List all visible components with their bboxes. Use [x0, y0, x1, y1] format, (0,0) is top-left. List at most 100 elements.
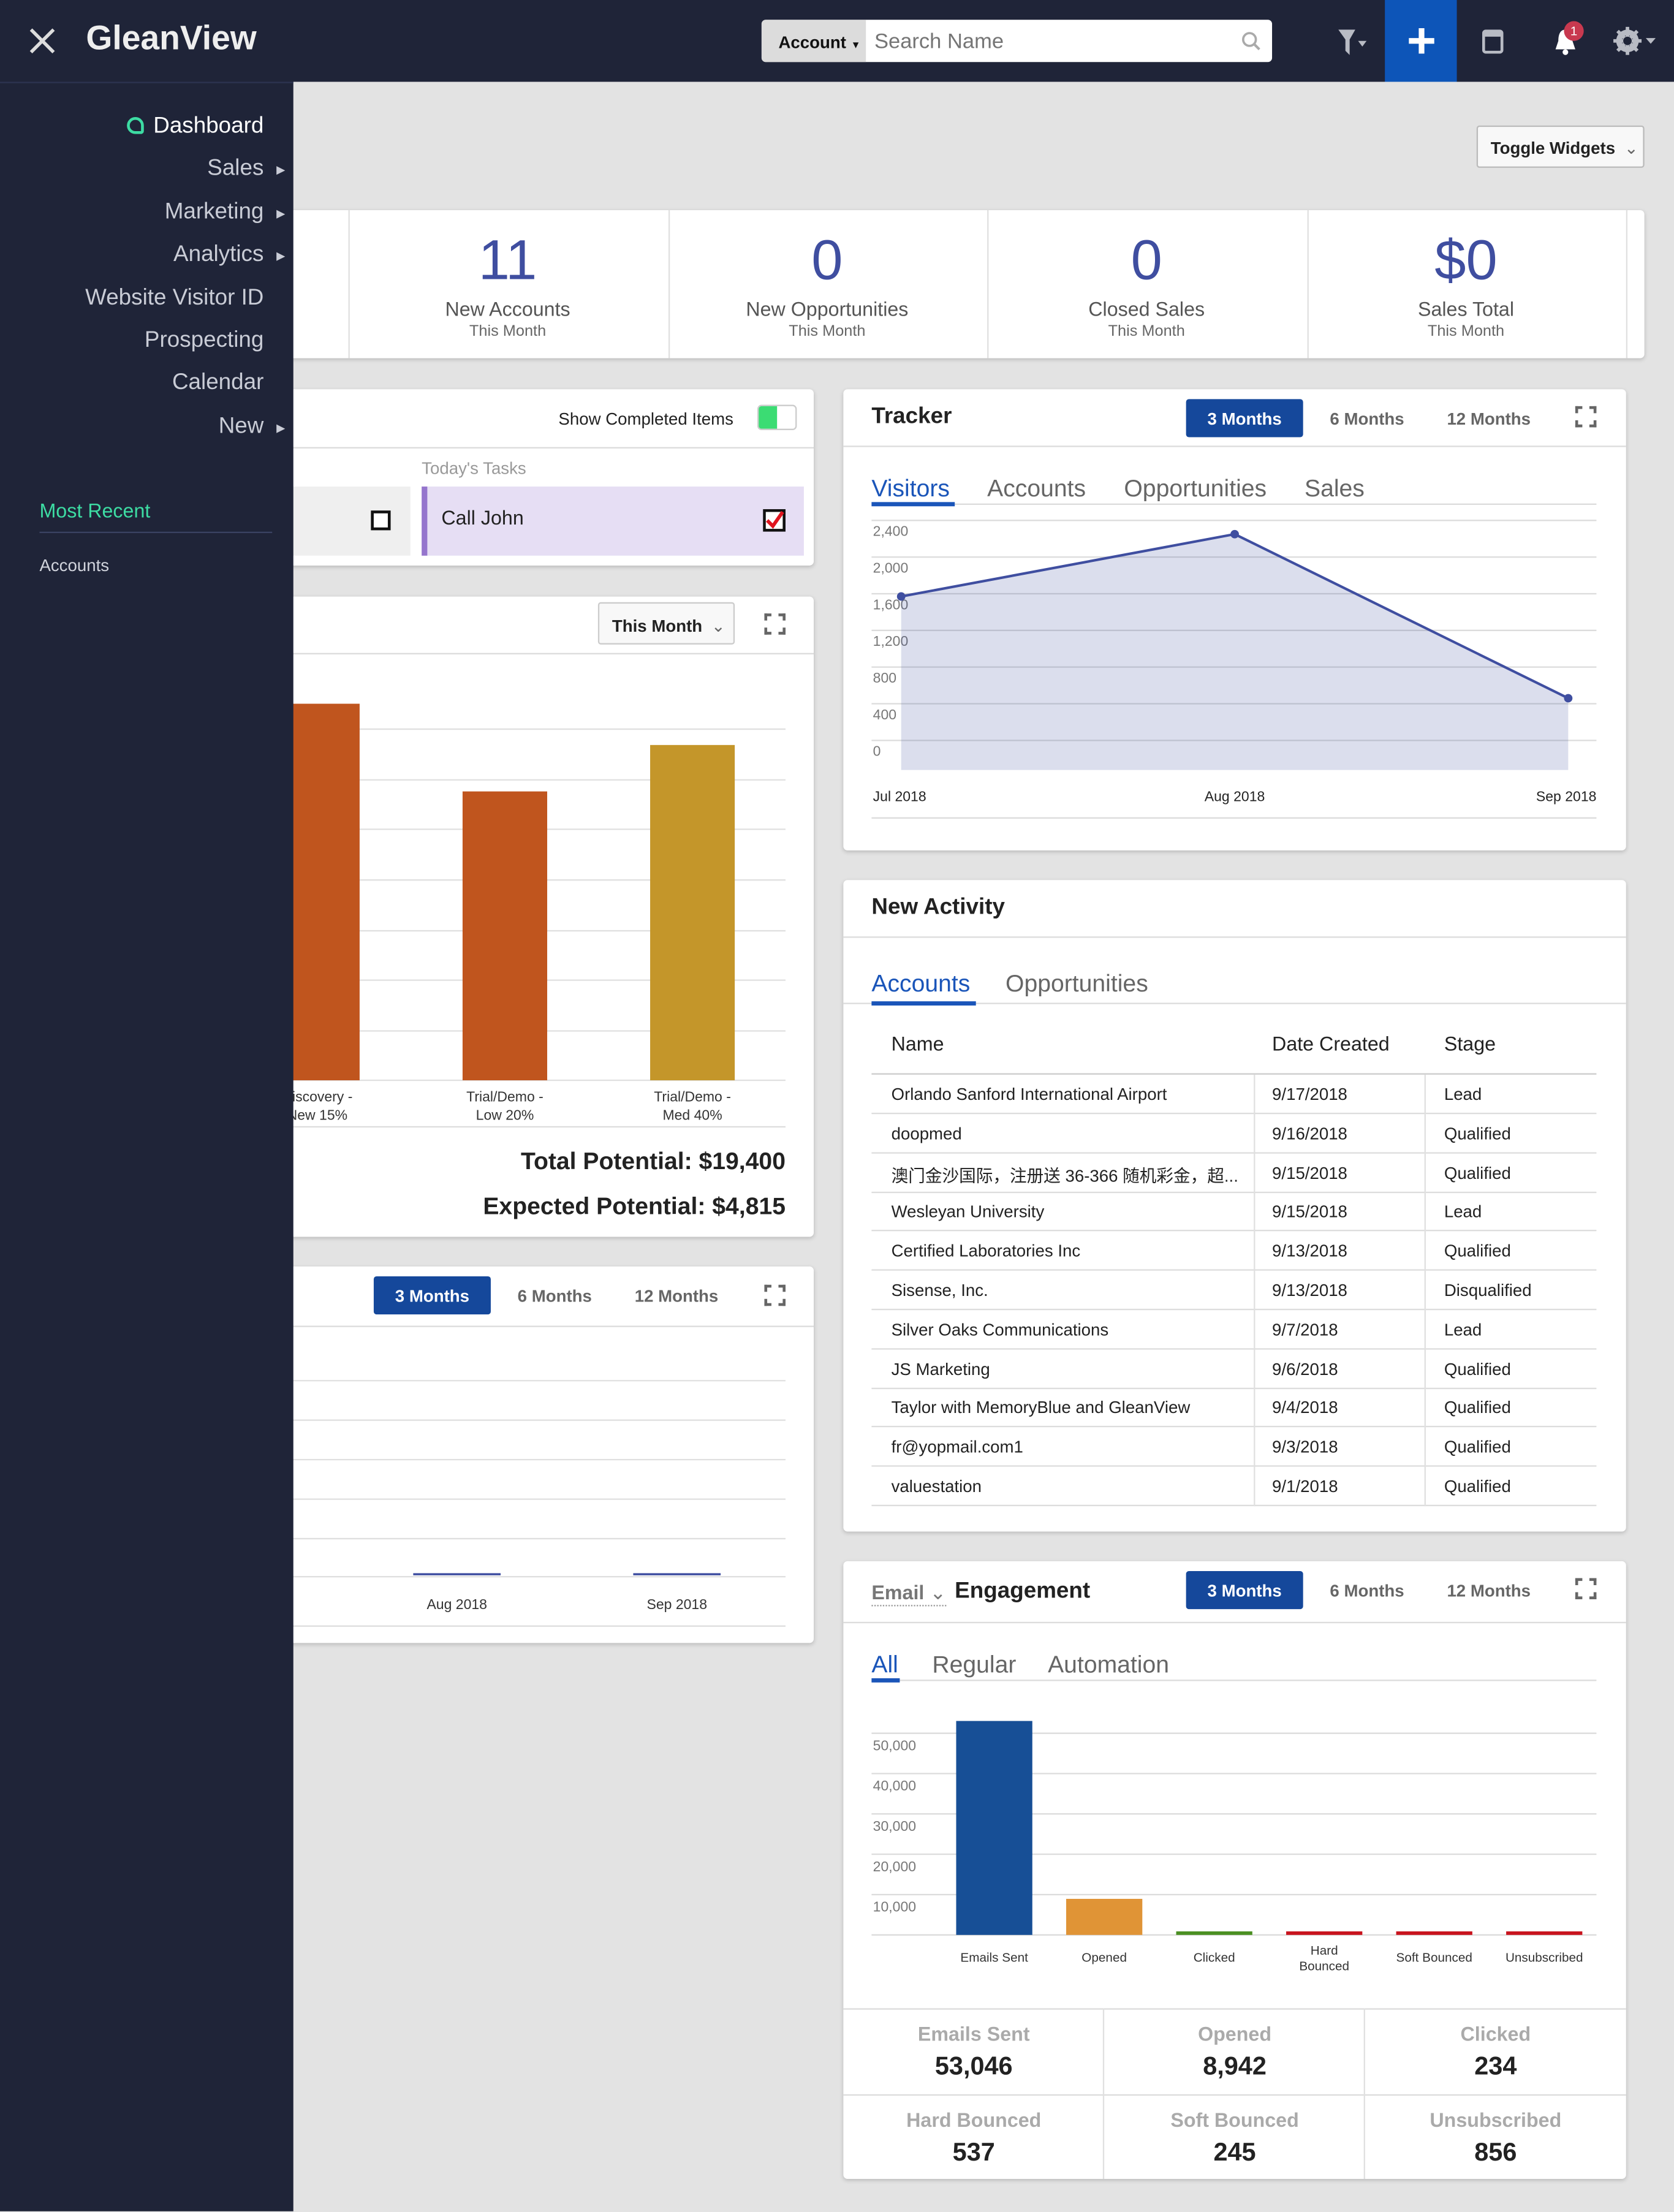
cell-stage: Qualified [1444, 1358, 1511, 1379]
active-tab-indicator [871, 1001, 976, 1006]
tab-accounts[interactable]: Accounts [871, 971, 970, 999]
stat-period: This Month [1427, 323, 1505, 340]
bar[interactable] [633, 1573, 721, 1575]
x-tick-label: Sep 2018 [1536, 788, 1596, 804]
stat-value: 8,942 [1203, 2051, 1267, 2080]
table-row[interactable]: Silver Oaks Communications 9/7/2018 Lead [871, 1310, 1597, 1350]
cell-date-created: 9/13/2018 [1272, 1280, 1347, 1301]
y-tick-label: 0 [873, 743, 881, 759]
settings-gear-icon[interactable] [1613, 26, 1659, 55]
sidebar-item-new[interactable]: New [219, 414, 264, 439]
data-point[interactable] [1564, 694, 1573, 703]
sidebar: Dashboard Sales ▶ Marketing ▶ Analytics ▶ Websi… [0, 81, 294, 2211]
data-point[interactable] [896, 592, 906, 601]
bar[interactable] [1176, 1931, 1252, 1935]
area-fill [901, 534, 1569, 770]
task-item-empty [282, 487, 411, 556]
sidebar-item-label: Dashboard [153, 114, 264, 138]
column-header-stage[interactable]: Stage [1444, 1032, 1496, 1055]
bar[interactable] [1506, 1931, 1583, 1935]
data-point[interactable] [1230, 529, 1239, 539]
cell-stage: Lead [1444, 1084, 1482, 1105]
sidebar-item-sales[interactable]: Sales [207, 157, 263, 182]
search-scope-dropdown[interactable]: Account ▼ [761, 20, 866, 62]
cell-stage: Qualified [1444, 1398, 1511, 1418]
sidebar-item-label: New [218, 414, 264, 439]
x-tick-label: Aug 2018 [1205, 788, 1265, 804]
bar[interactable] [1066, 1898, 1143, 1935]
task-checkbox-checked[interactable] [763, 509, 786, 532]
table-row[interactable]: valuestation 9/1/2018 Qualified [871, 1467, 1597, 1507]
caret-right-icon: ▶ [276, 249, 286, 263]
table-row[interactable]: Certified Laboratories Inc 9/13/2018 Quali… [871, 1232, 1597, 1271]
cell-name: JS Marketing [891, 1358, 990, 1379]
table-row[interactable]: 澳门金沙国际，注册送 36-366 随机彩金，超... 9/15/2018 Qual… [871, 1153, 1597, 1193]
show-completed-toggle[interactable] [757, 404, 797, 430]
table-row[interactable]: fr@yopmail.com1 9/3/2018 Qualified [871, 1428, 1597, 1468]
stat-new-accounts: 11 New Accounts This Month [348, 230, 667, 340]
column-header-date-created[interactable]: Date Created [1272, 1032, 1390, 1055]
cell-name: Taylor with MemoryBlue and GleanView [891, 1398, 1191, 1418]
stat-label: Soft Bounced [1170, 2108, 1299, 2131]
show-completed-label: Show Completed Items [558, 409, 733, 429]
toggle-widgets-button[interactable]: Toggle Widgets ⌄ [1476, 125, 1645, 168]
engagement-stat-hard-bounced: Hard Bounced 537 [843, 2108, 1104, 2168]
sidebar-item-label: Prospecting [144, 328, 264, 353]
bar[interactable] [1286, 1931, 1363, 1935]
cell-date-created: 9/4/2018 [1272, 1398, 1338, 1418]
engagement-stat-soft-bounced: Soft Bounced 245 [1104, 2108, 1365, 2168]
divider [843, 2008, 1626, 2010]
calendar-icon[interactable] [1482, 27, 1505, 55]
bar[interactable] [650, 744, 735, 1081]
search-icon[interactable] [1241, 31, 1260, 51]
bar[interactable] [413, 1573, 501, 1575]
filter-icon[interactable] [1337, 28, 1371, 56]
stat-period: This Month [789, 323, 866, 340]
divider [843, 2094, 1626, 2096]
divider [843, 936, 1626, 938]
stat-period: This Month [469, 323, 547, 340]
cell-name: Sisense, Inc. [891, 1280, 988, 1301]
tab-opportunities[interactable]: Opportunities [1006, 971, 1148, 999]
table-row[interactable]: doopmed 9/16/2018 Qualified [871, 1114, 1597, 1154]
engagement-stat-emails-sent: Emails Sent 53,046 [843, 2022, 1104, 2081]
stat-label: Sales Total [1417, 297, 1515, 320]
stat-value: 0 [1131, 230, 1162, 292]
sidebar-item-prospecting[interactable]: Prospecting [145, 328, 263, 354]
top-bar: GleanView Account ▼ 1 [0, 0, 1674, 82]
dashboard-icon [126, 117, 144, 134]
task-checkbox[interactable] [371, 510, 391, 531]
table-row[interactable]: Taylor with MemoryBlue and GleanView 9/4/… [871, 1388, 1597, 1428]
recent-item-accounts[interactable]: Accounts [39, 556, 109, 575]
bar[interactable] [1396, 1931, 1472, 1935]
stat-value: 234 [1474, 2051, 1517, 2080]
cell-name: Orlando Sanford International Airport [891, 1084, 1167, 1105]
sidebar-item-marketing[interactable]: Marketing [165, 200, 264, 225]
column-header-name[interactable]: Name [892, 1032, 944, 1055]
cell-stage: Qualified [1444, 1162, 1511, 1183]
stat-label: Unsubscribed [1430, 2108, 1562, 2131]
stat-value: 53,046 [934, 2051, 1013, 2080]
table-row[interactable]: JS Marketing 9/6/2018 Qualified [871, 1349, 1597, 1389]
sidebar-item-calendar[interactable]: Calendar [172, 371, 263, 396]
x-tick-label: Clicked [1194, 1951, 1235, 1965]
sidebar-item-analytics[interactable]: Analytics [173, 243, 263, 268]
y-tick-label: 40,000 [873, 1778, 916, 1793]
table-row[interactable]: Wesleyan University 9/15/2018 Lead [871, 1192, 1597, 1232]
search-input[interactable] [874, 25, 1227, 57]
sidebar-item-dashboard[interactable]: Dashboard [126, 114, 263, 139]
close-menu-icon[interactable] [28, 27, 56, 55]
sidebar-item-website-visitor-id[interactable]: Website Visitor ID [85, 286, 263, 311]
todays-tasks-label: Today's Tasks [422, 458, 526, 479]
table-row[interactable]: Sisense, Inc. 9/13/2018 Disqualified [871, 1271, 1597, 1311]
bar[interactable] [462, 791, 548, 1081]
table-row[interactable]: Orlando Sanford International Airport 9/1… [871, 1075, 1597, 1115]
cell-name: 澳门金沙国际，注册送 36-366 随机彩金，超... [891, 1165, 1238, 1186]
stat-closed-sales: 0 Closed Sales This Month [987, 230, 1306, 340]
cell-date-created: 9/1/2018 [1272, 1476, 1338, 1496]
x-tick-label: Emails Sent [960, 1951, 1028, 1965]
stat-value: 0 [811, 230, 843, 292]
task-item[interactable]: Call John [422, 487, 804, 556]
add-button[interactable] [1385, 0, 1457, 82]
bar[interactable] [956, 1721, 1032, 1935]
